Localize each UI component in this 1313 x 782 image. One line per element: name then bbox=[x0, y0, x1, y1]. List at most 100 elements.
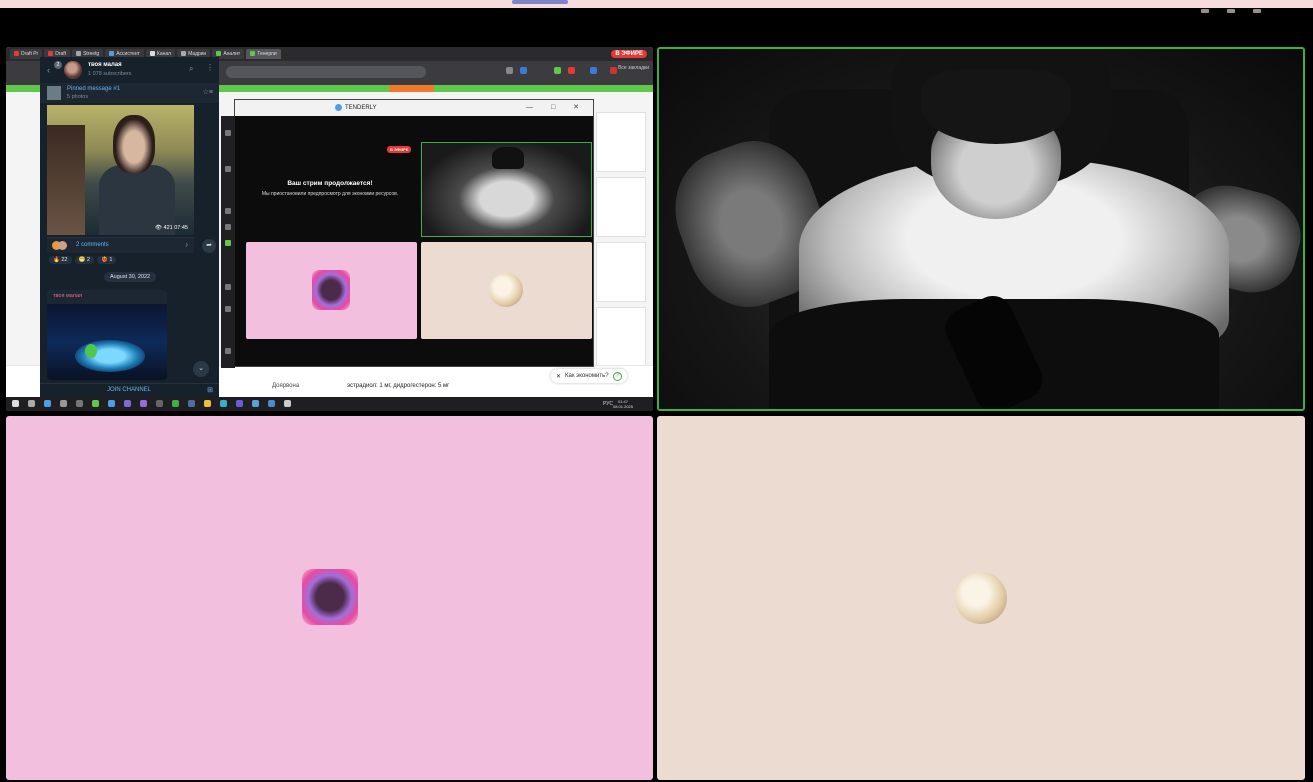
message-title: Ваш стрим продолжается! bbox=[287, 180, 373, 187]
tenderly-logo-icon bbox=[335, 104, 342, 111]
preview-pink-tile[interactable] bbox=[246, 242, 417, 339]
sidebar-icon[interactable] bbox=[225, 240, 231, 246]
live-badge: В ЭФИРЕ bbox=[611, 50, 647, 58]
taskbar-app-icon[interactable] bbox=[252, 400, 259, 407]
photo-subject bbox=[47, 125, 85, 235]
input-language[interactable]: РУС bbox=[603, 401, 613, 407]
taskbar-app-icon[interactable] bbox=[284, 400, 291, 407]
sidebar-icon[interactable] bbox=[225, 166, 231, 172]
preview-beige-tile[interactable] bbox=[421, 242, 592, 339]
more-vert-icon[interactable]: ⋮ bbox=[206, 63, 214, 72]
taskbar-app-icon[interactable] bbox=[124, 400, 131, 407]
date-separator: August 30, 2022 bbox=[104, 272, 157, 282]
extension-icon[interactable] bbox=[568, 67, 575, 74]
windows-taskbar: РУС 01:47 08.01.2025 bbox=[6, 397, 653, 411]
photo-subject bbox=[113, 115, 155, 173]
page-card bbox=[596, 242, 646, 302]
screen-share-tile[interactable]: Draft Pr Draft Streetg Ассистент Канал М… bbox=[6, 47, 653, 411]
message-body: Мы приостановили предпросмотр для эконом… bbox=[261, 191, 399, 197]
taskbar-app-icon[interactable] bbox=[204, 400, 211, 407]
page-card bbox=[596, 307, 646, 367]
taskbar-app-icon[interactable] bbox=[92, 400, 99, 407]
comments-bar[interactable]: 2 comments › bbox=[47, 237, 194, 253]
close-icon[interactable]: ✕ bbox=[556, 373, 561, 380]
taskbar-app-icon[interactable] bbox=[172, 400, 179, 407]
row-label: Доярвона bbox=[272, 383, 300, 389]
taskbar-app-icon[interactable] bbox=[76, 400, 83, 407]
extension-icon[interactable] bbox=[520, 67, 527, 74]
window-controls[interactable]: — □ ✕ bbox=[526, 103, 587, 111]
address-bar[interactable] bbox=[226, 66, 426, 78]
avatar bbox=[312, 270, 350, 310]
sidebar-icon[interactable] bbox=[225, 208, 231, 214]
preview-camera-tile[interactable] bbox=[421, 142, 592, 237]
channel-avatar[interactable] bbox=[64, 61, 82, 79]
economy-label: Как экономить? bbox=[565, 373, 609, 379]
share-icon[interactable]: ➦ bbox=[202, 239, 216, 253]
stream-continues-message: Ваш стрим продолжается! Мы приостановили… bbox=[245, 180, 415, 197]
pinned-subtitle: 5 photos bbox=[67, 94, 89, 100]
pin-list-icon[interactable]: ☆≡ bbox=[203, 88, 213, 96]
commenter-avatar bbox=[58, 241, 67, 250]
back-arrow-icon[interactable]: ‹ bbox=[47, 65, 50, 75]
taskbar-app-icon[interactable] bbox=[236, 400, 243, 407]
all-bookmarks-button[interactable]: Все закладки bbox=[618, 65, 649, 71]
post-image[interactable] bbox=[47, 304, 167, 380]
comments-count: 2 comments bbox=[76, 242, 109, 248]
participant-tile-pink[interactable] bbox=[6, 416, 653, 780]
pinned-thumbnail bbox=[47, 86, 61, 100]
taskbar-app-icon[interactable] bbox=[28, 400, 35, 407]
app-sidebar bbox=[221, 116, 235, 368]
row-value: эстрадиол: 1 мг, дидрогестерон: 5 мг bbox=[347, 383, 450, 389]
taskbar-app-icon[interactable] bbox=[220, 400, 227, 407]
taskbar-app-icon[interactable] bbox=[268, 400, 275, 407]
clock-date: 08.01.2025 bbox=[612, 404, 633, 409]
sidebar-icon[interactable] bbox=[225, 306, 231, 312]
extension-icon[interactable] bbox=[506, 67, 513, 74]
taskbar-app-icon[interactable] bbox=[44, 400, 51, 407]
start-icon[interactable] bbox=[12, 400, 19, 407]
pinned-message-bar[interactable]: Pinned message #1 5 photos ☆≡ bbox=[40, 83, 219, 103]
taskbar-app-icon[interactable] bbox=[188, 400, 195, 407]
camera-participant-tile[interactable] bbox=[657, 47, 1305, 411]
participant-tile-beige[interactable] bbox=[657, 416, 1305, 780]
extension-icon[interactable] bbox=[590, 67, 597, 74]
tenderly-title: TENDERLY bbox=[335, 104, 377, 111]
taskbar-app-icon[interactable] bbox=[156, 400, 163, 407]
reactions-row: 🔥 22 😁 2 ❤️‍🔥 1 bbox=[49, 256, 117, 264]
taskbar-clock[interactable]: 01:47 08.01.2025 bbox=[613, 399, 633, 409]
reaction-chip[interactable]: 🔥 22 bbox=[49, 256, 72, 264]
window-controls[interactable] bbox=[1183, 0, 1283, 13]
channel-post[interactable]: твоя малая bbox=[47, 290, 167, 380]
scroll-down-button[interactable]: ⌄ bbox=[193, 361, 209, 377]
browser-tab[interactable]: Draft Pr bbox=[10, 49, 43, 59]
taskbar-app-icon[interactable] bbox=[140, 400, 147, 407]
tenderly-window: TENDERLY — □ ✕ В ЭФИРЕ Ваш стрим продолж… bbox=[221, 99, 594, 368]
sidebar-icon[interactable] bbox=[225, 284, 231, 290]
camera-subject bbox=[492, 147, 524, 169]
post-views: 👁 421 07:45 bbox=[155, 225, 188, 231]
channel-post-photo[interactable]: 👁 421 07:45 bbox=[47, 105, 194, 235]
reaction-chip[interactable]: ❤️‍🔥 1 bbox=[96, 256, 117, 264]
browser-tab-active[interactable]: Тенерли bbox=[246, 49, 281, 59]
extension-icon[interactable] bbox=[610, 67, 617, 74]
sidebar-icon[interactable] bbox=[225, 224, 231, 230]
tenderly-titlebar: TENDERLY — □ ✕ bbox=[235, 100, 593, 116]
page-card bbox=[596, 112, 646, 172]
telegram-channel-panel: ‹ 2 твоя малая 1 078 subscribers ⌕ ⋮ Pin… bbox=[40, 57, 219, 397]
reaction-chip[interactable]: 😁 2 bbox=[74, 256, 94, 264]
taskbar-app-icon[interactable] bbox=[108, 400, 115, 407]
camera-feed bbox=[659, 49, 1303, 409]
extension-icon[interactable] bbox=[554, 67, 561, 74]
image-subject bbox=[85, 344, 97, 358]
taskbar-app-icon[interactable] bbox=[60, 400, 67, 407]
question-icon: ? bbox=[612, 371, 622, 381]
gift-icon[interactable]: ⊞ bbox=[207, 386, 213, 394]
top-window-strip bbox=[0, 0, 1313, 13]
sidebar-icon[interactable] bbox=[225, 130, 231, 136]
join-channel-bar[interactable]: JOIN CHANNEL ⊞ bbox=[40, 383, 219, 397]
economy-help-button[interactable]: ✕ Как экономить? ? bbox=[551, 369, 627, 383]
settings-icon[interactable] bbox=[225, 348, 231, 354]
search-icon[interactable]: ⌕ bbox=[189, 64, 193, 74]
join-channel-button[interactable]: JOIN CHANNEL bbox=[107, 387, 151, 393]
